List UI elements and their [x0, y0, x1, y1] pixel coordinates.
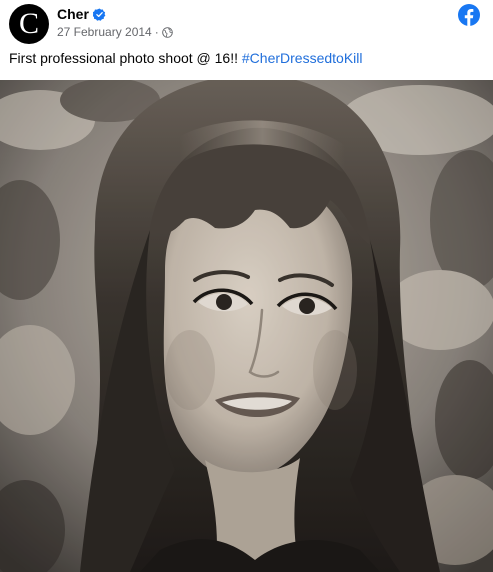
post-meta: 27 February 2014 · — [57, 25, 173, 39]
post-caption: First professional photo shoot @ 16!! #C… — [9, 48, 479, 68]
avatar[interactable]: C — [9, 4, 49, 44]
author-name[interactable]: Cher — [57, 6, 89, 22]
meta-separator: · — [154, 25, 159, 39]
globe-icon — [161, 26, 173, 38]
author-row: Cher — [57, 6, 106, 22]
post-header: C Cher 27 February 2014 · — [0, 0, 493, 44]
caption-text: First professional photo shoot @ 16!! — [9, 50, 238, 66]
post-photo[interactable] — [0, 80, 493, 572]
facebook-post: C Cher 27 February 2014 · First professi… — [0, 0, 493, 572]
hashtag-link[interactable]: #CherDressedtoKill — [242, 50, 363, 66]
post-date[interactable]: 27 February 2014 — [57, 25, 152, 39]
portrait-image — [0, 80, 493, 572]
facebook-icon[interactable] — [458, 4, 480, 26]
verified-badge-icon — [92, 7, 106, 21]
avatar-letter: C — [18, 7, 39, 40]
